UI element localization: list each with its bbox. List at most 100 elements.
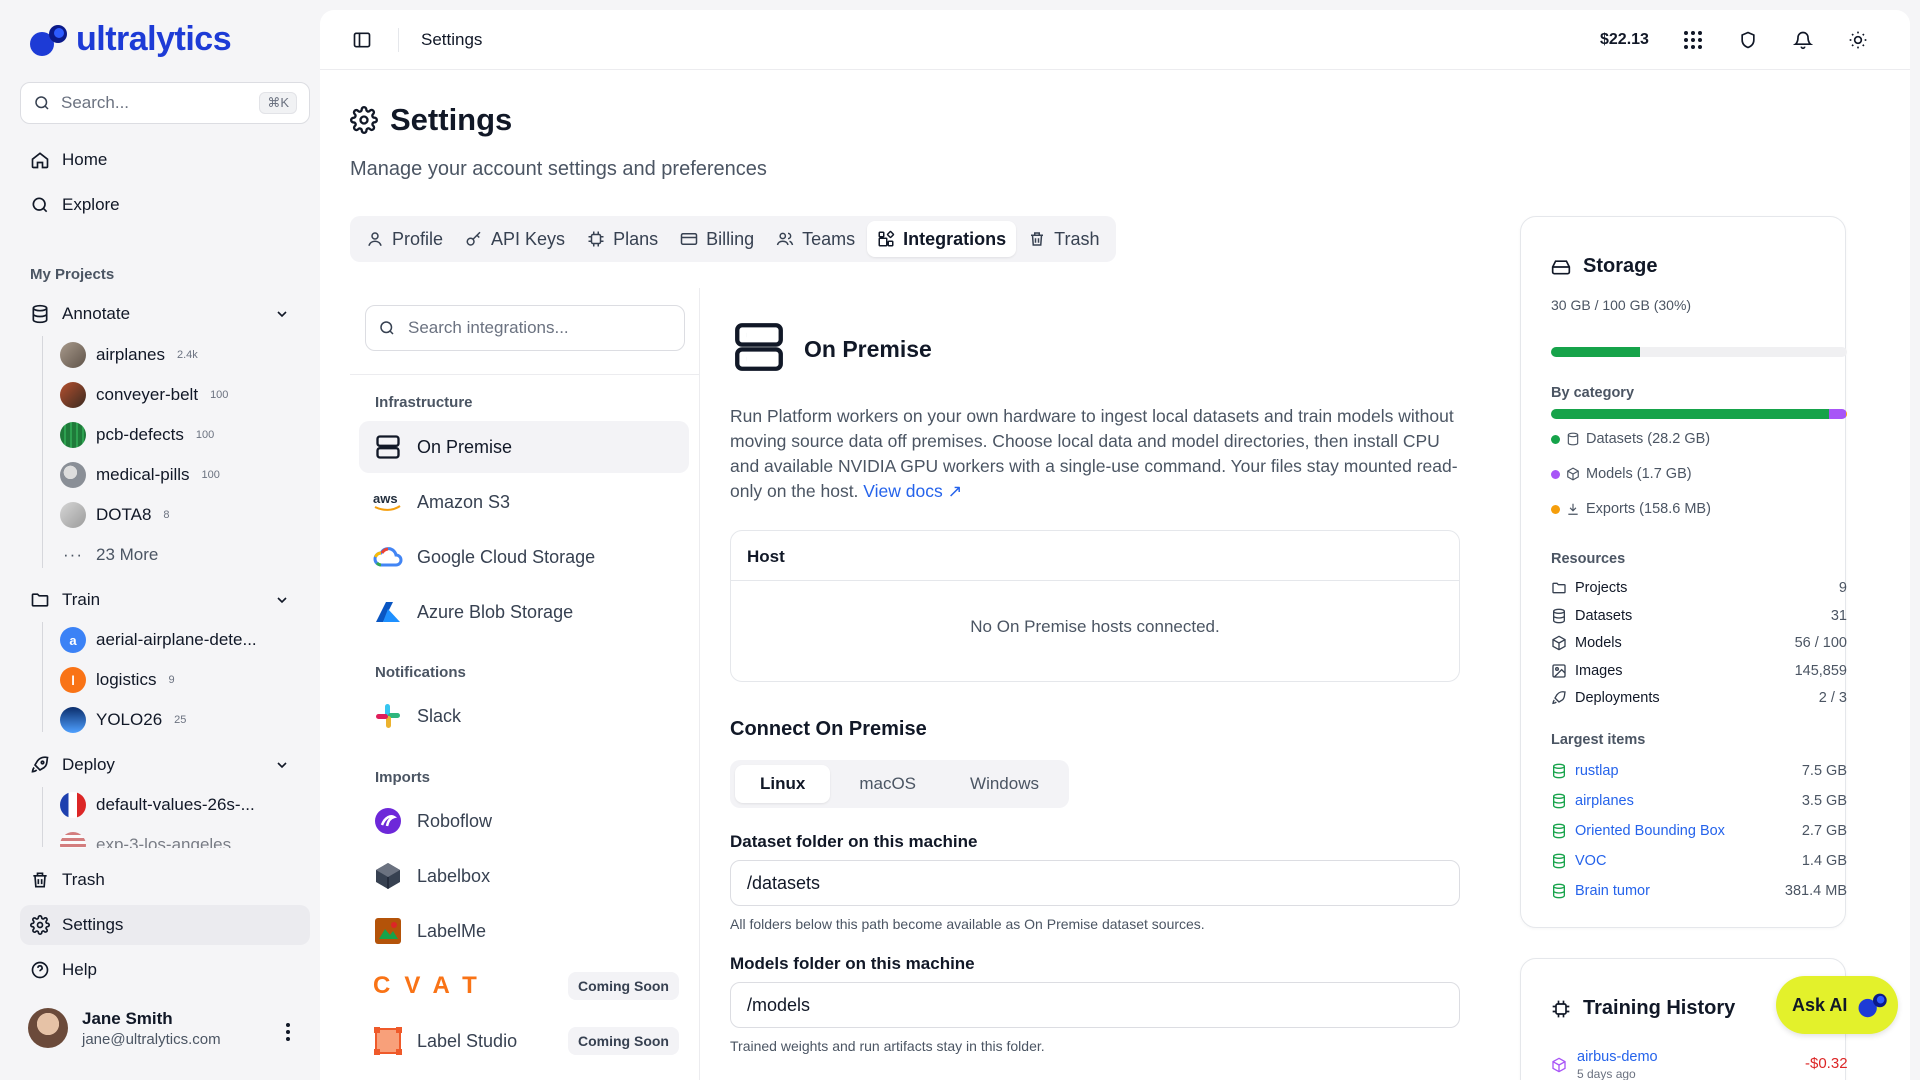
status-dot [1551,434,1560,444]
database-icon [1567,432,1579,446]
tab-linux[interactable]: Linux [735,765,831,803]
nav-settings[interactable]: Settings [20,905,310,945]
divider [350,374,700,375]
brand-logo[interactable]: ultralytics [28,20,232,59]
tab-macos[interactable]: macOS [834,765,941,803]
project-dota8[interactable]: DOTA8 8 [60,498,170,532]
largest-item-link[interactable]: Oriented Bounding Box [1575,823,1725,839]
project-name: pcb-defects [96,425,184,444]
training-run-time: 5 days ago [1577,1067,1636,1080]
tab-teams[interactable]: Teams [766,221,865,257]
project-yolo26[interactable]: YOLO26 25 [60,703,186,737]
topbar: Settings $22.13 [320,10,1910,70]
cube-icon [1567,467,1579,481]
tab-plans[interactable]: Plans [577,221,668,257]
more-vertical-icon[interactable] [284,1022,292,1042]
integration-label: Amazon S3 [417,491,511,512]
search-placeholder: Search integrations... [408,318,569,337]
largest-item-link[interactable]: airplanes [1575,793,1634,809]
nav-help[interactable]: Help [20,950,310,990]
shield-icon[interactable] [1738,30,1758,50]
largest-item-link[interactable]: rustlap [1575,763,1619,779]
sidebar-toggle-icon[interactable] [352,30,372,50]
project-logistics[interactable]: l logistics 9 [60,663,175,697]
more-projects-link[interactable]: ··· 23 More [60,538,158,572]
tab-trash[interactable]: Trash [1018,221,1109,257]
app: ultralytics Search... ⌘K Home Explore My… [0,0,1920,1080]
user-profile[interactable]: Jane Smith jane@ultralytics.com [28,1008,221,1048]
more-projects-label: 23 More [96,545,159,564]
largest-item[interactable]: Brain tumor 381.4 MB [1551,883,1847,899]
google-cloud-icon [373,542,403,572]
chevron-down-icon[interactable] [274,757,290,773]
credit-balance[interactable]: $22.13 [1600,31,1649,49]
largest-item[interactable]: rustlap 7.5 GB [1551,763,1847,779]
integration-azure-blob-storage[interactable]: Azure Blob Storage [359,586,689,638]
project-exp-3-los-angeles[interactable]: exp-3-los-angeles [60,828,231,848]
tab-api-keys[interactable]: API Keys [455,221,575,257]
models-folder-input[interactable] [730,982,1460,1028]
largest-item-link[interactable]: VOC [1575,853,1606,869]
chevron-down-icon[interactable] [274,306,290,322]
project-aerial-airplane[interactable]: a aerial-airplane-dete... [60,623,257,657]
storage-card: Storage 30 GB / 100 GB (30%) By category… [1520,216,1847,928]
project-conveyer-belt[interactable]: conveyer-belt 100 [60,378,228,412]
integration-amazon-s3[interactable]: aws Amazon S3 [359,476,689,528]
integration-roboflow[interactable]: Roboflow [359,795,689,847]
sidebar: ultralytics Search... ⌘K Home Explore My… [0,0,320,1080]
tab-label: Trash [1054,228,1100,249]
project-medical-pills[interactable]: medical-pills 100 [60,458,220,492]
largest-item[interactable]: Oriented Bounding Box 2.7 GB [1551,823,1847,839]
integration-label: Labelbox [417,865,491,886]
flag-icon [60,792,86,818]
category-exports: Exports (158.6 MB) [1551,501,1711,517]
nav-home[interactable]: Home [20,140,310,180]
chevron-down-icon[interactable] [274,592,290,608]
project-airplanes[interactable]: airplanes 2.4k [60,338,198,372]
integration-on-premise[interactable]: On Premise [359,421,689,473]
integrations-search-input[interactable]: Search integrations... [365,305,685,351]
host-table: Host No On Premise hosts connected. [730,530,1460,682]
nav-trash-label: Trash [62,870,105,889]
tab-billing[interactable]: Billing [670,221,764,257]
project-initial-avatar: l [60,667,86,693]
storage-title-label: Storage [1583,255,1658,277]
dataset-folder-input[interactable] [730,860,1460,906]
ask-ai-button[interactable]: Ask AI [1776,976,1898,1034]
integration-label: Label Studio [417,1030,518,1051]
largest-item[interactable]: VOC 1.4 GB [1551,853,1847,869]
group-annotate[interactable]: Annotate [20,296,290,332]
shortcut-badge: ⌘K [259,92,297,114]
integration-google-cloud-storage[interactable]: Google Cloud Storage [359,531,689,583]
integration-slack[interactable]: Slack [359,690,689,742]
training-run[interactable]: airbus-demo 5 days ago [1551,1049,1658,1080]
integration-labelme[interactable]: LabelMe [359,905,689,957]
largest-item-link[interactable]: Brain tumor [1575,883,1650,899]
resource-value: 31 [1830,608,1847,624]
largest-item[interactable]: airplanes 3.5 GB [1551,793,1847,809]
nav-explore[interactable]: Explore [20,185,310,225]
bell-icon[interactable] [1793,30,1813,50]
slack-icon [373,701,403,731]
project-thumbnail [60,707,86,733]
category-bar [1551,409,1847,419]
sidebar-search[interactable]: Search... ⌘K [20,82,310,124]
training-run-name[interactable]: airbus-demo [1577,1049,1658,1065]
view-docs-link[interactable]: View docs ↗ [863,481,962,501]
group-train[interactable]: Train [20,582,290,618]
project-pcb-defects[interactable]: pcb-defects 100 [60,418,214,452]
project-default-values[interactable]: default-values-26s-... [60,788,255,822]
hard-drive-icon [1551,259,1571,274]
integration-label-studio[interactable]: Label Studio Coming Soon [359,1015,689,1067]
tab-windows[interactable]: Windows [945,765,1064,803]
tab-profile[interactable]: Profile [356,221,453,257]
tab-integrations[interactable]: Integrations [867,221,1017,257]
sun-icon[interactable] [1848,30,1868,50]
integration-cvat[interactable]: CVAT Coming Soon [359,960,689,1012]
tab-label: Integrations [903,228,1007,249]
apps-grid-icon[interactable] [1683,30,1703,50]
integration-labelbox[interactable]: Labelbox [359,850,689,902]
coming-soon-badge: Coming Soon [568,972,679,1000]
nav-trash[interactable]: Trash [20,860,310,900]
group-deploy[interactable]: Deploy [20,747,290,783]
